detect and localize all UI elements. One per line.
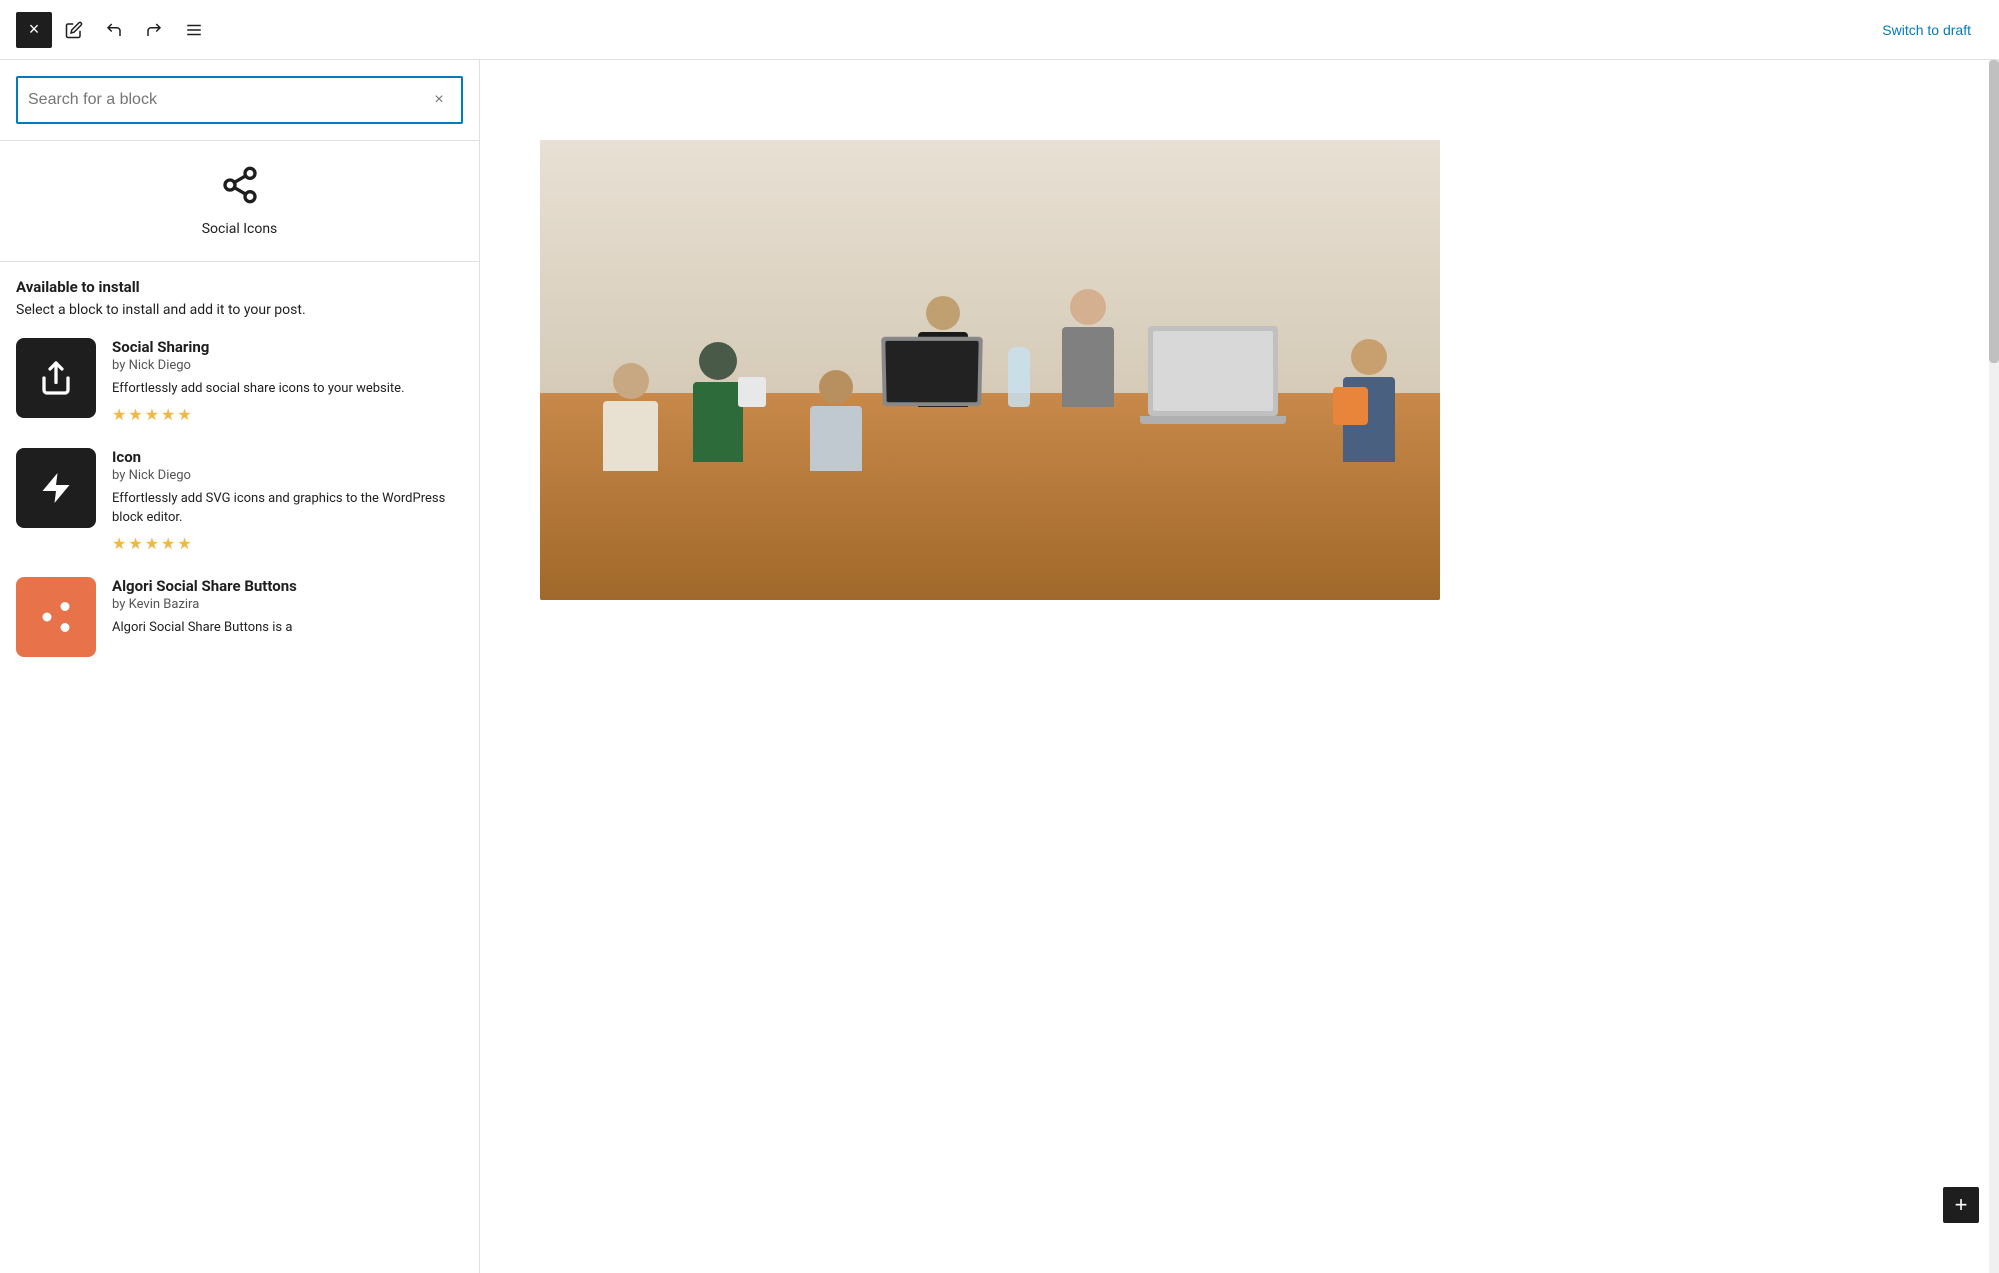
social-sharing-author: by Nick Diego [112, 358, 463, 373]
open-laptop [1148, 326, 1278, 416]
person-2 [603, 363, 658, 471]
macbook [881, 337, 983, 406]
search-box: social icons × [0, 60, 479, 141]
coffee-mug [738, 377, 766, 407]
algori-plugin-author: by Kevin Bazira [112, 597, 463, 612]
search-input[interactable]: social icons [28, 91, 427, 109]
add-block-button[interactable]: + [1943, 1187, 1979, 1223]
social-sharing-desc: Effortlessly add social share icons to y… [112, 379, 463, 399]
icon-plugin-title: Icon [112, 448, 463, 466]
undo-button[interactable] [96, 12, 132, 48]
plugin-item-icon[interactable]: Icon by Nick Diego Effortlessly add SVG … [16, 448, 463, 553]
table-surface [540, 393, 1440, 600]
redo-icon [145, 21, 163, 39]
wall-bg [540, 140, 1440, 416]
available-subtitle: Select a block to install and add it to … [16, 302, 463, 318]
algori-plugin-info: Algori Social Share Buttons by Kevin Baz… [112, 577, 463, 644]
redo-button[interactable] [136, 12, 172, 48]
social-sharing-stars: ★★★★★ [112, 405, 463, 424]
switch-to-draft-button[interactable]: Switch to draft [1870, 14, 1983, 46]
edit-icon [65, 21, 83, 39]
toolbar-right: Switch to draft [1870, 14, 1983, 46]
social-sharing-title: Social Sharing [112, 338, 463, 356]
share-icon [220, 165, 260, 209]
hamburger-icon [185, 21, 203, 39]
plugin-item-algori[interactable]: Algori Social Share Buttons by Kevin Baz… [16, 577, 463, 657]
icon-plugin-stars: ★★★★★ [112, 534, 463, 553]
social-sharing-info: Social Sharing by Nick Diego Effortlessl… [112, 338, 463, 424]
menu-button[interactable] [176, 12, 212, 48]
block-inserter-panel: social icons × Social Icons Available to… [0, 60, 480, 1273]
main-layout: social icons × Social Icons Available to… [0, 60, 1999, 1273]
plugin-item-social-sharing[interactable]: Social Sharing by Nick Diego Effortlessl… [16, 338, 463, 424]
scrollbar-thumb [1989, 60, 1999, 363]
icon-plugin-info: Icon by Nick Diego Effortlessly add SVG … [112, 448, 463, 553]
available-to-install-section: Available to install Select a block to i… [0, 262, 479, 697]
icon-plugin-desc: Effortlessly add SVG icons and graphics … [112, 489, 463, 528]
social-sharing-icon [16, 338, 96, 418]
editor-image-block[interactable] [540, 140, 1440, 600]
scrollbar-track [1989, 60, 1999, 1273]
available-title: Available to install [16, 278, 463, 296]
search-input-wrapper: social icons × [16, 76, 463, 124]
toolbar-left: × [16, 12, 212, 48]
icon-plugin-icon [16, 448, 96, 528]
person-5 [1062, 289, 1114, 407]
social-icons-block[interactable]: Social Icons [0, 141, 479, 262]
orange-mug [1333, 387, 1368, 425]
toolbar: × Switch to d [0, 0, 1999, 60]
close-button[interactable]: × [16, 12, 52, 48]
algori-plugin-desc: Algori Social Share Buttons is a [112, 618, 463, 638]
search-clear-button[interactable]: × [427, 88, 451, 112]
undo-icon [105, 21, 123, 39]
water-bottle [1008, 347, 1030, 407]
algori-plugin-title: Algori Social Share Buttons [112, 577, 463, 595]
person-1 [693, 342, 743, 462]
icon-plugin-author: by Nick Diego [112, 468, 463, 483]
builtin-block-name: Social Icons [202, 221, 278, 237]
algori-plugin-icon [16, 577, 96, 657]
edit-button[interactable] [56, 12, 92, 48]
person-3 [810, 370, 862, 471]
editor-panel: + [480, 60, 1999, 1273]
photo-scene [540, 140, 1440, 600]
